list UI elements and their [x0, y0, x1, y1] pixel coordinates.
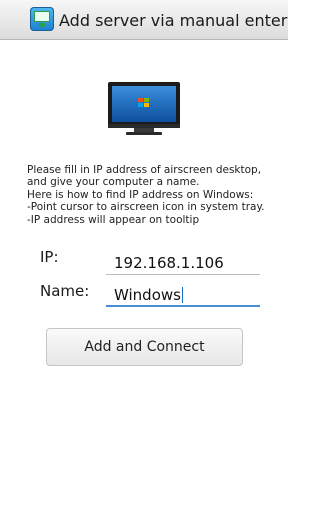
instruction-line: and give your computer a name.	[27, 176, 200, 189]
title-bar: Add server via manual enter	[0, 0, 288, 40]
name-input[interactable]: Windows	[106, 283, 260, 307]
app-icon-screen	[34, 11, 50, 22]
name-label: Name:	[40, 282, 90, 300]
windows-monitor-icon	[108, 82, 180, 136]
ip-label: IP:	[40, 248, 59, 266]
instruction-line: -IP address will appear on tooltip	[27, 213, 200, 226]
instruction-line: Please fill in IP address of airscreen d…	[27, 164, 262, 176]
ip-input[interactable]: 192.168.1.106	[106, 251, 260, 275]
add-and-connect-button[interactable]: Add and Connect	[46, 328, 243, 366]
instructions-text: Please fill in IP address of airscreen d…	[27, 164, 285, 226]
airscreen-app-icon	[30, 7, 54, 31]
text-cursor	[181, 287, 183, 303]
page-title: Add server via manual enter	[59, 11, 288, 30]
ip-value: 192.168.1.106	[114, 254, 224, 272]
instruction-line: -Point cursor to airscreen icon in syste…	[27, 201, 265, 214]
name-value: Windows	[114, 286, 181, 304]
app-icon-stand	[39, 23, 45, 27]
instruction-line: Here is how to find IP address on Window…	[27, 188, 254, 201]
